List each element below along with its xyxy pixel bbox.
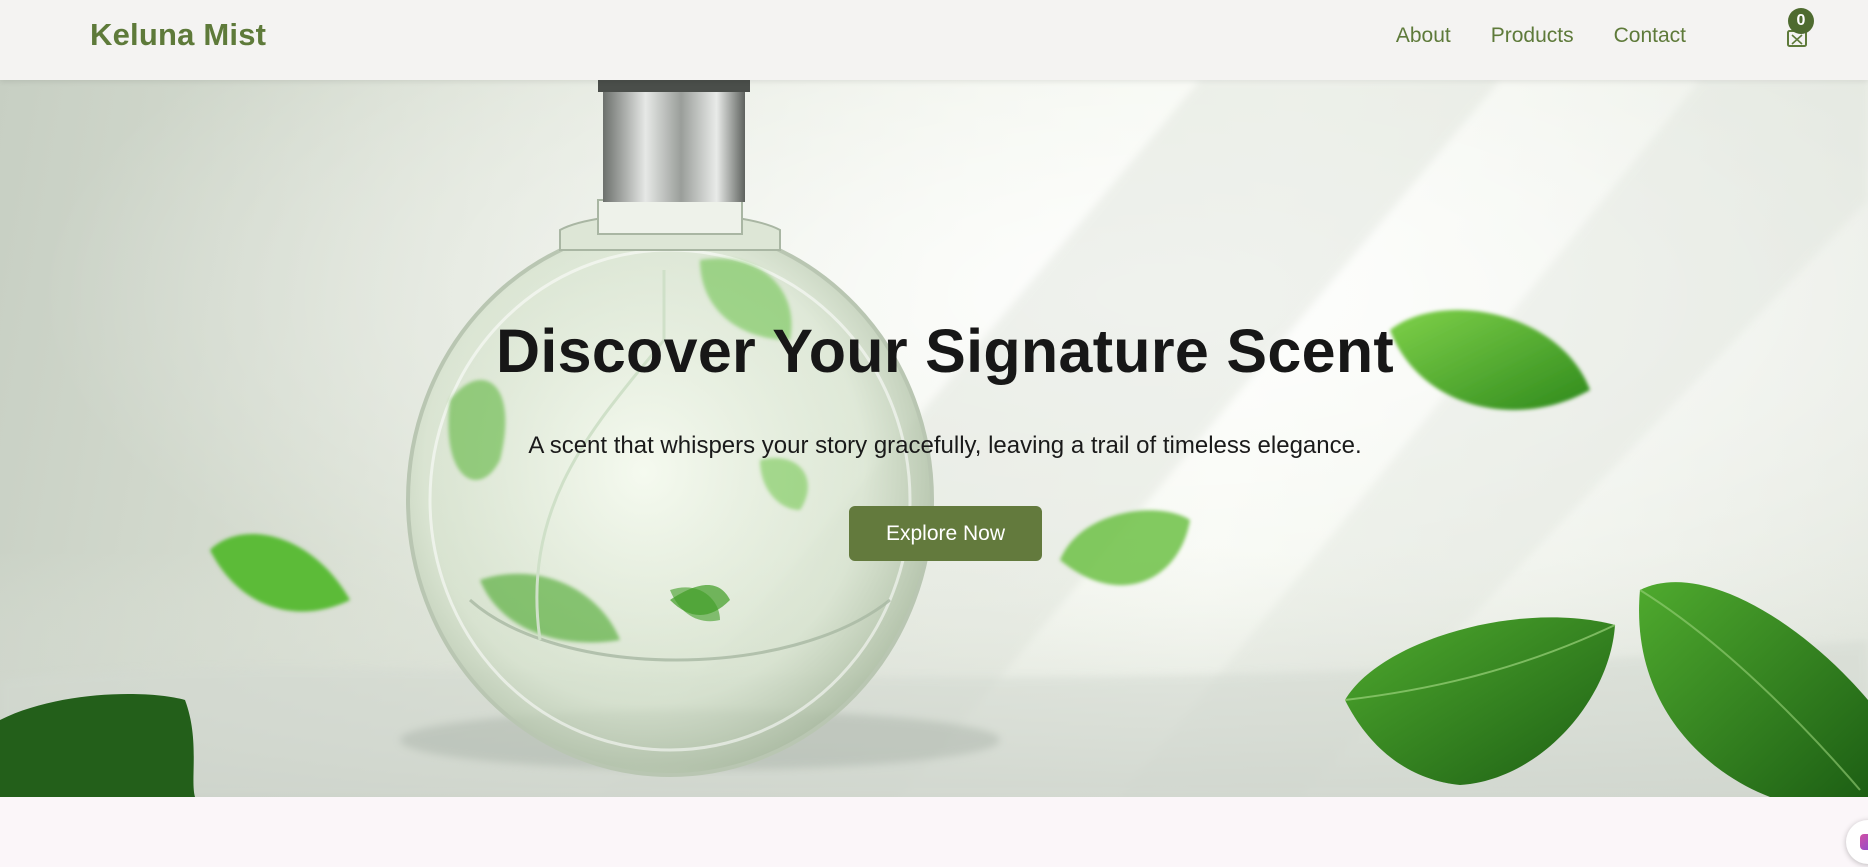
- main-nav: About Products Contact: [1396, 24, 1686, 48]
- cart-count-badge: 0: [1788, 8, 1814, 34]
- nav-link-contact[interactable]: Contact: [1614, 24, 1686, 48]
- nav-link-about[interactable]: About: [1396, 24, 1451, 48]
- hero-section: Discover Your Signature Scent A scent th…: [0, 80, 1868, 797]
- brand-logo[interactable]: Keluna Mist: [90, 17, 266, 53]
- hero-title: Discover Your Signature Scent: [496, 317, 1394, 385]
- content-section: [0, 797, 1868, 867]
- nav-link-products[interactable]: Products: [1491, 24, 1574, 48]
- site-header: Keluna Mist About Products Contact 0: [0, 0, 1868, 80]
- chat-widget-icon: [1860, 834, 1868, 850]
- hero-subtitle: A scent that whispers your story gracefu…: [528, 432, 1362, 459]
- explore-now-button[interactable]: Explore Now: [849, 506, 1042, 561]
